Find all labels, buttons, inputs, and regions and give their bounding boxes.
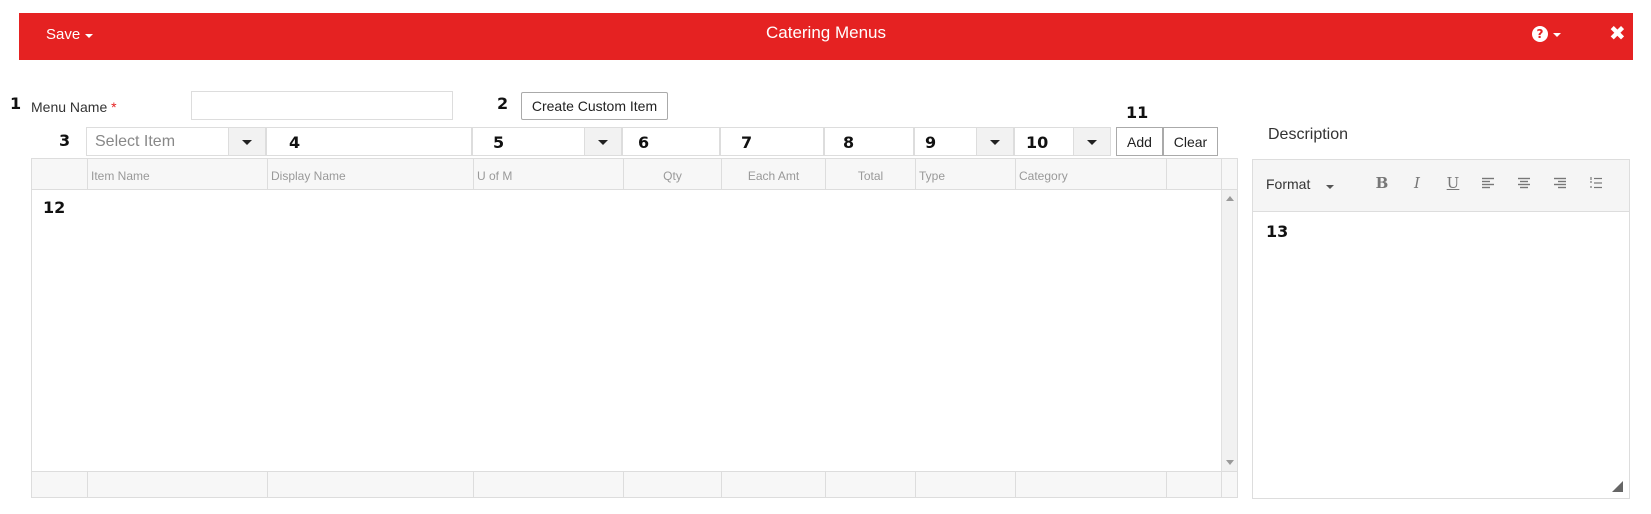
grid-header-select-col (32, 159, 88, 189)
marker-4: 4 (289, 133, 301, 152)
scroll-down-icon[interactable] (1226, 460, 1234, 465)
footer-cell (624, 472, 722, 497)
column-header-display-name[interactable]: Display Name (268, 159, 474, 189)
italic-icon[interactable]: I (1405, 171, 1429, 195)
marker-6: 6 (638, 133, 650, 152)
align-right-icon[interactable] (1548, 171, 1572, 195)
menu-name-input[interactable] (191, 91, 453, 120)
qty-input[interactable]: 6 (622, 127, 720, 156)
marker-11: 11 (1126, 103, 1149, 122)
grid-footer (32, 471, 1237, 497)
format-dropdown[interactable]: Format (1266, 176, 1335, 192)
footer-cell (916, 472, 1016, 497)
editor-toolbar: Format B I U (1253, 160, 1629, 212)
footer-cell (722, 472, 826, 497)
page-title: Catering Menus (765, 23, 886, 42)
marker-7: 7 (741, 133, 753, 152)
format-label: Format (1266, 176, 1311, 192)
column-header-item-name[interactable]: Item Name (88, 159, 268, 189)
chevron-down-icon (1326, 185, 1335, 189)
description-editor: Format B I U 13 (1252, 159, 1630, 499)
marker-13: 13 (1266, 222, 1289, 241)
clear-button[interactable]: Clear (1163, 127, 1218, 156)
align-left-icon[interactable] (1476, 171, 1500, 195)
category-dropdown-button[interactable] (1073, 127, 1111, 156)
column-header-uom[interactable]: U of M (474, 159, 624, 189)
required-asterisk: * (111, 99, 117, 115)
marker-10: 10 (1026, 133, 1049, 152)
create-custom-item-button[interactable]: Create Custom Item (521, 92, 668, 120)
close-icon[interactable]: ✖ (1609, 21, 1626, 45)
app-header: Save Catering Menus ? ✖ (19, 13, 1633, 60)
menu-items-grid: Item Name Display Name U of M Qty Each A… (31, 158, 1238, 498)
select-item-placeholder: Select Item (95, 133, 176, 150)
description-label: Description (1268, 126, 1349, 143)
resize-handle-icon[interactable] (1612, 481, 1623, 492)
menu-name-label-text: Menu Name (31, 99, 108, 115)
grid-header: Item Name Display Name U of M Qty Each A… (32, 159, 1237, 190)
column-header-qty[interactable]: Qty (624, 159, 722, 189)
marker-8: 8 (843, 133, 855, 152)
help-icon: ? (1532, 26, 1548, 42)
marker-3: 3 (59, 131, 71, 150)
display-name-input[interactable]: 4 (266, 127, 472, 156)
add-button[interactable]: Add (1116, 127, 1163, 156)
marker-2: 2 (497, 94, 509, 113)
column-header-category[interactable]: Category (1016, 159, 1167, 189)
chevron-down-icon (1553, 33, 1561, 37)
column-header-total[interactable]: Total (826, 159, 916, 189)
chevron-down-icon (990, 140, 1000, 145)
uom-dropdown-button[interactable] (584, 127, 622, 156)
select-item-dropdown-button[interactable] (228, 127, 266, 156)
chevron-down-icon (598, 140, 608, 145)
footer-cell (268, 472, 474, 497)
scroll-up-icon[interactable] (1226, 196, 1234, 201)
marker-5: 5 (493, 133, 505, 152)
bold-icon[interactable]: B (1370, 171, 1394, 195)
type-dropdown-button[interactable] (976, 127, 1014, 156)
column-header-type[interactable]: Type (916, 159, 1016, 189)
grid-body: 12 (32, 190, 1237, 471)
total-input[interactable]: 8 (824, 127, 914, 156)
each-amt-input[interactable]: 7 (720, 127, 824, 156)
type-select[interactable]: 9 (914, 127, 977, 156)
align-center-icon[interactable] (1512, 171, 1536, 195)
marker-1: 1 (10, 94, 22, 113)
uom-select[interactable]: 5 (472, 127, 585, 156)
help-dropdown-button[interactable]: ? (1532, 26, 1561, 42)
footer-cell (474, 472, 624, 497)
menu-name-label: Menu Name * (31, 99, 117, 115)
footer-cell (88, 472, 268, 497)
select-item-input[interactable]: Select Item (86, 127, 229, 156)
marker-9: 9 (925, 133, 937, 152)
marker-12: 12 (43, 198, 66, 217)
grid-header-action-col (1167, 159, 1222, 189)
footer-cell (32, 472, 88, 497)
footer-cell (826, 472, 916, 497)
footer-cell (1167, 472, 1222, 497)
chevron-down-icon (1087, 140, 1097, 145)
grid-vertical-scrollbar[interactable] (1221, 190, 1237, 471)
footer-cell (1016, 472, 1167, 497)
underline-icon[interactable]: U (1441, 171, 1465, 195)
column-header-each-amt[interactable]: Each Amt (722, 159, 826, 189)
ordered-list-icon[interactable] (1584, 171, 1608, 195)
chevron-down-icon (242, 140, 252, 145)
